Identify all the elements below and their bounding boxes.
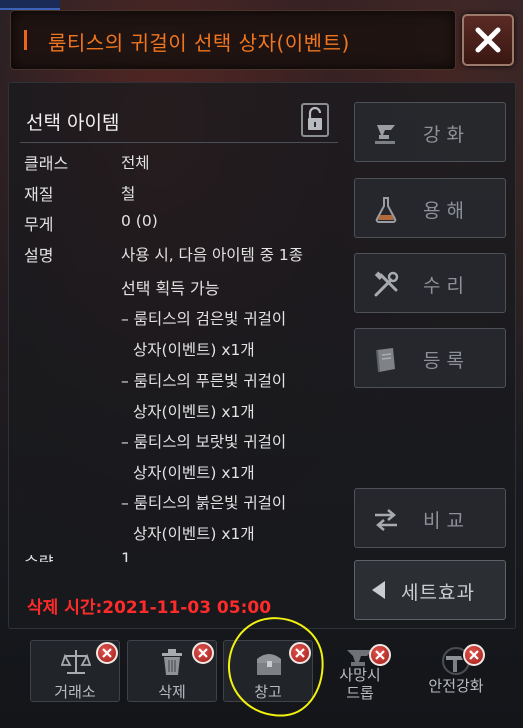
material-label: 재질 bbox=[24, 185, 54, 204]
set-effect-label: 세트효과 bbox=[401, 582, 475, 604]
material-value: 철 bbox=[121, 185, 136, 203]
top-edge-strip bbox=[0, 0, 60, 10]
delete-time: 삭제 시간:2021-11-03 05:00 bbox=[27, 598, 272, 618]
dissolve-button[interactable]: 용해 bbox=[354, 178, 506, 238]
trash-icon bbox=[158, 647, 186, 681]
description-line: 상자(이벤트) x1개 bbox=[133, 341, 255, 359]
description-label: 설명 bbox=[24, 246, 54, 265]
unavailable-x-icon bbox=[192, 642, 214, 664]
triangle-left-icon bbox=[369, 579, 389, 605]
quantity-label: 수량 bbox=[24, 552, 53, 562]
anvil-icon bbox=[371, 119, 401, 151]
safe-enhance-label: 안전강화 bbox=[428, 677, 484, 695]
window-title: 룸티스의 귀걸이 선택 상자(이벤트) bbox=[48, 31, 350, 55]
death-drop-label-line1: 사망시 bbox=[339, 666, 381, 684]
quantity-row-clipped: 수량 1 bbox=[24, 552, 344, 562]
set-effect-button[interactable]: 세트효과 bbox=[354, 560, 506, 620]
description-line: 상자(이벤트) x1개 bbox=[133, 464, 255, 482]
flask-icon bbox=[371, 195, 401, 229]
register-button[interactable]: 등록 bbox=[354, 328, 506, 388]
class-value: 전체 bbox=[121, 154, 150, 172]
weight-value: 0 (0) bbox=[121, 212, 158, 230]
class-label: 클래스 bbox=[24, 154, 69, 173]
description-line: – 룸티스의 붉은빛 귀걸이 bbox=[121, 494, 287, 512]
delete-label: 삭제 bbox=[158, 683, 186, 701]
close-icon bbox=[475, 27, 501, 53]
section-divider bbox=[20, 142, 338, 143]
unavailable-x-icon bbox=[463, 644, 485, 666]
enhance-label: 강화 bbox=[423, 124, 470, 146]
section-title: 선택 아이템 bbox=[26, 112, 120, 134]
register-label: 등록 bbox=[423, 350, 470, 372]
enhance-button[interactable]: 강화 bbox=[354, 102, 506, 162]
death-drop-label-line2: 드롭 bbox=[346, 684, 374, 702]
description-line: 상자(이벤트) x1개 bbox=[133, 403, 255, 421]
title-accent-bar bbox=[24, 30, 27, 50]
description-value: 사용 시, 다음 아이템 중 1종 bbox=[121, 246, 304, 264]
tools-icon bbox=[371, 270, 401, 304]
description-line: – 룸티스의 검은빛 귀걸이 bbox=[121, 310, 287, 328]
compare-button[interactable]: 비교 bbox=[354, 488, 506, 548]
unavailable-x-icon bbox=[96, 642, 118, 664]
lock-icon[interactable] bbox=[300, 103, 330, 137]
weight-label: 무게 bbox=[24, 215, 54, 234]
book-icon bbox=[371, 345, 401, 379]
scale-icon bbox=[60, 647, 92, 681]
close-button[interactable] bbox=[462, 14, 514, 66]
quantity-value: 1 bbox=[121, 552, 132, 562]
marketplace-label: 거래소 bbox=[54, 683, 96, 701]
dissolve-label: 용해 bbox=[423, 200, 470, 222]
swap-arrows-icon bbox=[371, 505, 401, 539]
unavailable-x-icon bbox=[369, 644, 391, 666]
description-line: – 룸티스의 푸른빛 귀걸이 bbox=[121, 372, 287, 390]
compare-label: 비교 bbox=[423, 510, 470, 532]
description-line: 상자(이벤트) x1개 bbox=[133, 525, 255, 543]
repair-button[interactable]: 수리 bbox=[354, 253, 506, 313]
description-line: 선택 획득 가능 bbox=[121, 279, 220, 298]
description-line: – 룸티스의 보랏빛 귀걸이 bbox=[121, 433, 287, 451]
safe-enhance-item[interactable]: 안전강화 bbox=[414, 646, 498, 696]
repair-label: 수리 bbox=[423, 275, 470, 297]
